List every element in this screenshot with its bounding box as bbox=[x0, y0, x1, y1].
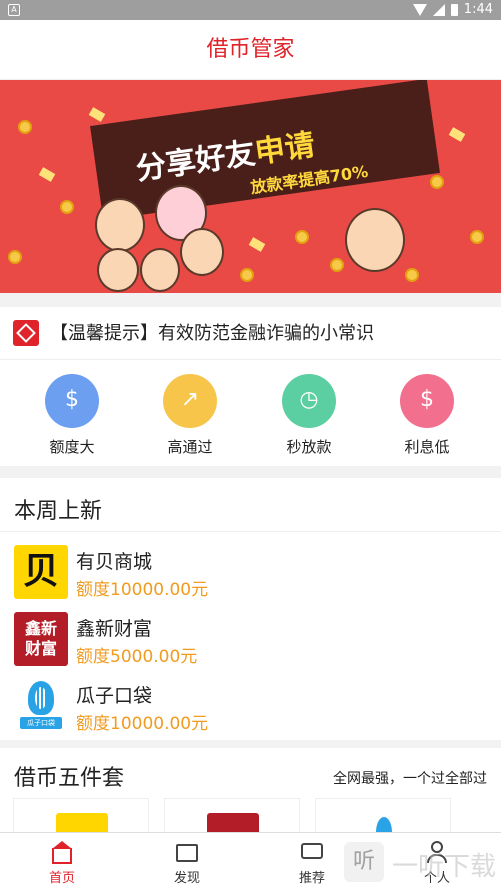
list-item[interactable]: 鑫新财富 鑫新财富 额度5000.00元 bbox=[14, 612, 494, 668]
bill-icon bbox=[88, 107, 106, 122]
cartoon-face-icon bbox=[97, 248, 139, 292]
section-subtitle: 全网最强，一个过全部过 bbox=[333, 771, 487, 787]
app-header: 借币管家 bbox=[0, 20, 501, 80]
banner-title-part2: 好友 bbox=[193, 135, 258, 179]
shop-icon bbox=[175, 841, 199, 863]
tab-label: 推荐 bbox=[298, 871, 325, 886]
divider bbox=[0, 531, 501, 532]
item-amount: 额度10000.00元 bbox=[76, 580, 209, 600]
guazi-logo-icon: 瓜子口袋 bbox=[14, 679, 68, 733]
item-amount: 额度5000.00元 bbox=[76, 647, 198, 667]
tab-label: 发现 bbox=[173, 871, 200, 886]
coin-icon bbox=[330, 258, 344, 272]
coin-icon bbox=[470, 230, 484, 244]
bill-icon bbox=[38, 167, 56, 182]
watermark-logo-icon: 听 bbox=[344, 842, 384, 882]
notice-logo-icon bbox=[13, 320, 39, 346]
banner-title-part3: 申请 bbox=[252, 127, 318, 171]
coin-icon bbox=[8, 250, 22, 264]
home-icon bbox=[50, 841, 74, 864]
status-bar: A 1:44 bbox=[0, 0, 501, 20]
guazi-logo-icon bbox=[358, 813, 410, 832]
watermark: 听 一听下载 bbox=[340, 836, 500, 888]
feature-item[interactable]: ◷ 秒放款 bbox=[269, 374, 349, 457]
watermark-text: 一听下载 bbox=[392, 852, 497, 882]
item-name: 瓜子口袋 bbox=[76, 685, 153, 707]
feature-label: 高通过 bbox=[167, 438, 213, 456]
bill-icon bbox=[248, 237, 266, 252]
coin-icon bbox=[18, 120, 32, 134]
status-time: 1:44 bbox=[463, 2, 493, 17]
coin-icon bbox=[430, 175, 444, 189]
cartoon-face-icon bbox=[95, 198, 145, 252]
banner-title-part1: 分享 bbox=[133, 144, 199, 188]
money-bag-icon: $ bbox=[400, 374, 454, 428]
signal-icon bbox=[432, 3, 445, 16]
notice-text: 【温馨提示】有效防范金融诈骗的小常识 bbox=[50, 323, 374, 344]
youbei-logo-icon: 贝 bbox=[14, 545, 68, 599]
bill-icon bbox=[448, 127, 466, 142]
product-card[interactable] bbox=[315, 798, 451, 832]
feature-item[interactable]: $ 额度大 bbox=[32, 374, 112, 457]
coin-icon bbox=[240, 268, 254, 282]
product-card[interactable] bbox=[13, 798, 149, 832]
feature-item[interactable]: $ 利息低 bbox=[387, 374, 467, 457]
wifi-icon bbox=[412, 3, 427, 16]
feature-label: 额度大 bbox=[49, 438, 95, 456]
list-item[interactable]: 瓜子口袋 瓜子口袋 额度10000.00元 bbox=[14, 679, 494, 735]
feature-label: 利息低 bbox=[404, 438, 450, 456]
coin-icon bbox=[60, 200, 74, 214]
status-right: 1:44 bbox=[412, 2, 493, 17]
chart-up-icon: ↗ bbox=[163, 374, 217, 428]
xinxin-logo-icon: 鑫新财富 bbox=[14, 612, 68, 666]
five-set-section: 借币五件套 全网最强，一个过全部过 bbox=[0, 748, 501, 832]
coin-icon bbox=[405, 268, 419, 282]
notification-icon: A bbox=[8, 4, 20, 16]
list-item[interactable]: 贝 有贝商城 额度10000.00元 bbox=[14, 545, 494, 601]
notice-bar[interactable]: 【温馨提示】有效防范金融诈骗的小常识 bbox=[0, 307, 501, 359]
feature-label: 秒放款 bbox=[286, 438, 332, 456]
tab-discover[interactable]: 发现 bbox=[147, 841, 227, 886]
battery-icon bbox=[450, 3, 458, 16]
weekly-section: 本周上新 贝 有贝商城 额度10000.00元 鑫新财富 鑫新财富 额度5000… bbox=[0, 478, 501, 740]
cartoon-face-icon bbox=[140, 248, 180, 292]
section-title: 借币五件套 bbox=[14, 766, 125, 791]
tab-label: 首页 bbox=[48, 871, 75, 886]
item-amount: 额度10000.00元 bbox=[76, 714, 209, 734]
page-title: 借币管家 bbox=[206, 37, 295, 62]
xinxin-logo-icon bbox=[207, 813, 259, 832]
feature-row: $ 额度大 ↗ 高通过 ◷ 秒放款 $ 利息低 bbox=[0, 359, 501, 466]
chat-icon bbox=[300, 841, 324, 863]
coin-stack-icon: $ bbox=[45, 374, 99, 428]
cartoon-face-icon bbox=[345, 208, 405, 272]
item-name: 有贝商城 bbox=[76, 551, 153, 573]
item-name: 鑫新财富 bbox=[76, 618, 153, 640]
youbei-logo-icon bbox=[56, 813, 108, 832]
cartoon-face-icon bbox=[180, 228, 224, 276]
feature-item[interactable]: ↗ 高通过 bbox=[150, 374, 230, 457]
promo-banner[interactable]: 分享好友申请 放款率提高70% bbox=[0, 80, 501, 293]
coin-icon bbox=[295, 230, 309, 244]
clock-icon: ◷ bbox=[282, 374, 336, 428]
product-card[interactable] bbox=[164, 798, 300, 832]
section-title: 本周上新 bbox=[14, 499, 103, 524]
tab-home[interactable]: 首页 bbox=[22, 841, 102, 886]
